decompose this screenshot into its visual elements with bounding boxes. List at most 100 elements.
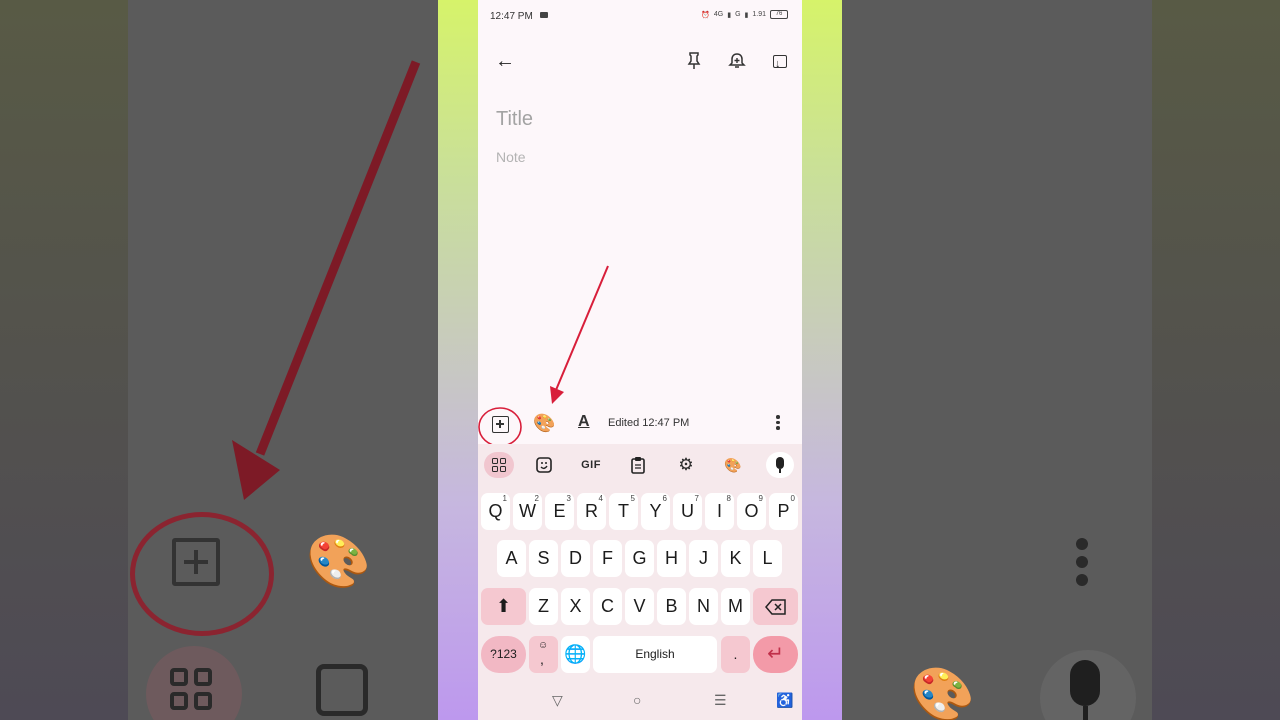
key-hint: 1	[502, 494, 507, 503]
theme-button[interactable]: 🎨	[719, 452, 747, 478]
phone-frame: 12:47 PM ⏰ 4G ▮ G ▮ 1.91 76 ← ↓ Title No…	[438, 0, 842, 720]
key-r[interactable]: R4	[577, 493, 606, 530]
note-body-input[interactable]: Note	[496, 149, 526, 165]
backdrop-edge	[1152, 0, 1280, 720]
key-c[interactable]: C	[593, 588, 622, 625]
palette-icon[interactable]: 🎨	[533, 413, 555, 434]
voice-input-button[interactable]	[766, 452, 794, 478]
key-y[interactable]: Y6	[641, 493, 670, 530]
clipboard-button[interactable]	[624, 452, 652, 478]
nav-home-icon[interactable]: ○	[633, 692, 641, 708]
key-hint: 3	[566, 494, 571, 503]
add-box-button[interactable]	[492, 416, 509, 433]
accessibility-icon[interactable]: ♿	[776, 692, 793, 709]
archive-icon	[773, 51, 787, 77]
grid-icon	[492, 458, 506, 472]
key-label: O	[744, 501, 759, 521]
sticker-button[interactable]	[530, 452, 558, 478]
archive-button[interactable]	[767, 48, 793, 77]
key-k[interactable]: K	[721, 540, 750, 577]
enter-key[interactable]: ↵	[753, 636, 798, 673]
key-z[interactable]: Z	[529, 588, 558, 625]
key-x[interactable]: X	[561, 588, 590, 625]
key-s[interactable]: S	[529, 540, 558, 577]
key-t[interactable]: T5	[609, 493, 638, 530]
key-hint: 0	[790, 494, 795, 503]
key-label: T	[618, 501, 629, 521]
key-label: U	[681, 501, 694, 521]
more-options-icon[interactable]	[776, 415, 780, 432]
backdrop-mic-icon	[1070, 660, 1100, 706]
language-key[interactable]: 🌐	[561, 636, 590, 673]
key-hint: 5	[630, 494, 635, 503]
title-input[interactable]: Title	[496, 108, 533, 131]
key-label: W	[519, 501, 536, 521]
key-m[interactable]: M	[721, 588, 750, 625]
backdrop-sticker-icon	[316, 664, 368, 716]
text-format-icon[interactable]: A	[578, 413, 590, 431]
gif-button[interactable]: GIF	[577, 452, 605, 478]
backdrop-palette-icon: 🎨	[910, 666, 975, 720]
network-4g-label: 4G	[713, 11, 724, 18]
alarm-icon: ⏰	[701, 11, 710, 19]
key-g[interactable]: G	[625, 540, 654, 577]
reminder-button[interactable]	[724, 48, 750, 74]
key-b[interactable]: B	[657, 588, 686, 625]
network-g-label: G	[735, 11, 741, 18]
space-key[interactable]: English	[593, 636, 717, 673]
period-key[interactable]: .	[721, 636, 750, 673]
settings-button[interactable]: ⚙	[672, 452, 700, 478]
key-n[interactable]: N	[689, 588, 718, 625]
edited-timestamp: Edited 12:47 PM	[608, 417, 690, 429]
key-d[interactable]: D	[561, 540, 590, 577]
battery-icon: 76	[770, 10, 788, 19]
shift-icon: ⬆	[495, 596, 512, 616]
nav-recents-icon[interactable]: ☰	[714, 692, 727, 709]
key-label: E	[553, 501, 566, 521]
shift-key[interactable]: ⬆	[481, 588, 526, 625]
key-hint: 2	[534, 494, 539, 503]
key-p[interactable]: P0	[769, 493, 798, 530]
key-l[interactable]: L	[753, 540, 782, 577]
keyboard-toolbar: GIF ⚙ 🎨	[478, 444, 802, 486]
backdrop-right-panel	[842, 0, 1152, 720]
bell-plus-icon	[728, 53, 746, 68]
pin-button[interactable]	[681, 48, 707, 74]
key-hint: 4	[598, 494, 603, 503]
key-v[interactable]: V	[625, 588, 654, 625]
key-q[interactable]: Q1	[481, 493, 510, 530]
palette-icon: 🎨	[724, 457, 742, 473]
keyboard: GIF ⚙ 🎨 Q 1 W 2 E 3 R 4 T 5 Y 6 U 7 I 8 …	[478, 444, 802, 720]
nav-back-icon[interactable]: ▽	[552, 692, 563, 709]
comma-label: ,	[540, 651, 544, 667]
backdrop-grid-icon	[170, 668, 218, 716]
backspace-key[interactable]	[753, 588, 798, 625]
mic-stand	[779, 469, 781, 473]
signal-icon: ▮	[744, 11, 749, 19]
key-i[interactable]: I8	[705, 493, 734, 530]
key-u[interactable]: U7	[673, 493, 702, 530]
key-e[interactable]: E3	[545, 493, 574, 530]
key-f[interactable]: F	[593, 540, 622, 577]
key-a[interactable]: A	[497, 540, 526, 577]
status-time: 12:47 PM	[490, 11, 533, 22]
enter-icon: ↵	[767, 643, 784, 665]
note-edit-bar: 🎨 A Edited 12:47 PM	[478, 404, 802, 444]
key-w[interactable]: W2	[513, 493, 542, 530]
clipboard-icon	[631, 457, 645, 474]
key-o[interactable]: O9	[737, 493, 766, 530]
status-icons: ⏰ 4G ▮ G ▮ 1.91 76	[701, 10, 788, 19]
backdrop-highlight-circle	[130, 512, 274, 636]
key-j[interactable]: J	[689, 540, 718, 577]
key-h[interactable]: H	[657, 540, 686, 577]
backdrop-edge	[0, 0, 128, 720]
back-button[interactable]: ←	[492, 48, 518, 74]
apps-grid-button[interactable]	[484, 452, 514, 478]
backdrop-palette-icon: 🎨	[306, 533, 371, 591]
phone-screen: 12:47 PM ⏰ 4G ▮ G ▮ 1.91 76 ← ↓ Title No…	[478, 0, 802, 720]
pin-icon	[687, 52, 701, 69]
symbols-key[interactable]: ?123	[481, 636, 526, 673]
emoji-comma-key[interactable]: ☺ ,	[529, 636, 558, 673]
system-nav-bar: ▽ ○ ☰ ♿	[478, 684, 802, 720]
backdrop-more-icon	[1076, 538, 1088, 592]
